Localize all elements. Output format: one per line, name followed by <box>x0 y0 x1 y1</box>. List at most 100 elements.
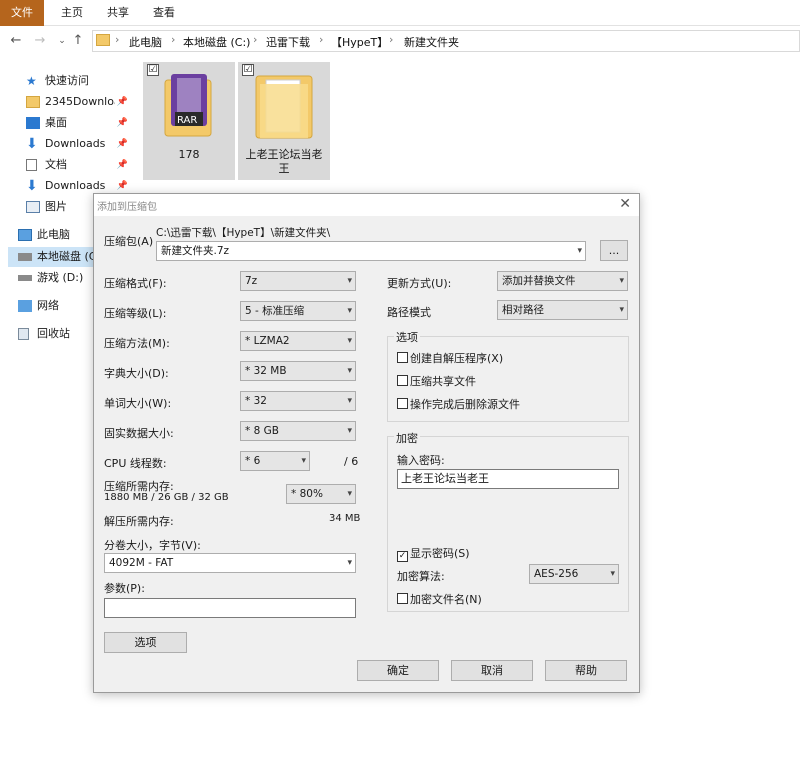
file-tile-rar[interactable]: ☑ RAR 178 <box>143 62 235 180</box>
nav-label: 游戏 (D:) <box>37 271 84 284</box>
format-select[interactable]: 7z ▾ <box>240 271 356 291</box>
chevron-down-icon: ▾ <box>347 558 352 568</box>
breadcrumb-separator[interactable]: › <box>253 33 257 46</box>
update-label: 更新方式(U): <box>387 277 452 290</box>
breadcrumb-separator[interactable]: › <box>115 33 119 46</box>
archive-label: 压缩包(A) <box>104 235 154 248</box>
word-select[interactable]: * 32 ▾ <box>240 391 356 411</box>
breadcrumb-drive-c[interactable]: 本地磁盘 (C:) <box>183 34 250 50</box>
level-select[interactable]: 5 - 标准压缩 ▾ <box>240 301 356 321</box>
params-input[interactable] <box>104 598 356 618</box>
breadcrumb-separator[interactable]: › <box>171 33 175 46</box>
enc-method-value: AES-256 <box>534 568 579 580</box>
nav-item-2345downloads[interactable]: 2345Downloads 📌 <box>16 92 132 112</box>
encrypt-names-checkbox[interactable]: 加密文件名(N) <box>397 591 482 607</box>
network-icon <box>18 300 32 312</box>
computer-icon <box>18 229 32 241</box>
up-icon[interactable]: ↑ <box>70 32 86 50</box>
shared-label: 压缩共享文件 <box>410 375 476 388</box>
address-bar-row: ← → ⌄ ↑ › 此电脑 › 本地磁盘 (C:) › 迅雷下载 › 【Hype… <box>0 27 800 55</box>
nav-label: 回收站 <box>37 327 70 340</box>
ok-button[interactable]: 确定 <box>357 660 439 681</box>
dict-label: 字典大小(D): <box>104 367 169 380</box>
checkbox-icon[interactable] <box>397 352 408 363</box>
mem-select[interactable]: * 80% ▾ <box>286 484 356 504</box>
nav-item-documents[interactable]: 文档 📌 <box>16 155 132 175</box>
breadcrumb-this-pc[interactable]: 此电脑 <box>129 34 162 50</box>
nav-item-desktop[interactable]: 桌面 📌 <box>16 113 132 133</box>
options-button[interactable]: 选项 <box>104 632 187 653</box>
folder-icon <box>96 34 110 46</box>
checkbox-checked-icon[interactable]: ✓ <box>397 551 408 562</box>
word-value: * 32 <box>245 395 267 407</box>
pin-icon: 📌 <box>116 97 128 107</box>
back-icon[interactable]: ← <box>8 32 24 50</box>
chevron-down-icon: ▾ <box>619 305 624 315</box>
pin-icon: 📌 <box>116 139 128 149</box>
split-value: 4092M - FAT <box>109 557 174 569</box>
cancel-button[interactable]: 取消 <box>451 660 533 681</box>
archive-name-combo[interactable]: 新建文件夹.7z ▾ <box>156 241 586 261</box>
params-label: 参数(P): <box>104 582 145 595</box>
breadcrumb-separator[interactable]: › <box>389 33 393 46</box>
split-label: 分卷大小，字节(V): <box>104 539 201 552</box>
chevron-down-icon: ▾ <box>619 276 624 286</box>
mem-detail: 1880 MB / 26 GB / 32 GB <box>104 492 229 503</box>
browse-button[interactable]: ... <box>600 240 628 261</box>
tab-share[interactable]: 共享 <box>98 0 138 26</box>
tab-view[interactable]: 查看 <box>144 0 184 26</box>
nav-drive-c[interactable]: 本地磁盘 (C:) <box>8 247 94 267</box>
shared-checkbox[interactable]: 压缩共享文件 <box>397 373 476 389</box>
path-label: 路径模式 <box>387 306 431 319</box>
enc-method-select[interactable]: AES-256 ▾ <box>529 564 619 584</box>
update-value: 添加并替换文件 <box>502 275 576 287</box>
path-select[interactable]: 相对路径 ▾ <box>497 300 628 320</box>
address-box[interactable]: › 此电脑 › 本地磁盘 (C:) › 迅雷下载 › 【HypeT】 › 新建文… <box>92 30 800 52</box>
delete-checkbox[interactable]: 操作完成后删除源文件 <box>397 396 520 412</box>
solid-value: * 8 GB <box>245 425 279 437</box>
solid-select[interactable]: * 8 GB ▾ <box>240 421 356 441</box>
breadcrumb-new-folder[interactable]: 新建文件夹 <box>404 34 459 50</box>
help-button[interactable]: 帮助 <box>545 660 627 681</box>
nav-label: 此电脑 <box>37 228 70 241</box>
level-label: 压缩等级(L): <box>104 307 167 320</box>
chevron-down-icon: ▾ <box>347 276 352 286</box>
update-select[interactable]: 添加并替换文件 ▾ <box>497 271 628 291</box>
nav-label: 快速访问 <box>45 74 89 87</box>
method-select[interactable]: * LZMA2 ▾ <box>240 331 356 351</box>
nav-label: 本地磁盘 (C:) <box>37 250 94 263</box>
sfx-label: 创建自解压程序(X) <box>410 352 504 365</box>
breadcrumb-hypet[interactable]: 【HypeT】 <box>331 34 388 50</box>
chevron-down-icon: ▾ <box>577 246 582 256</box>
dict-select[interactable]: * 32 MB ▾ <box>240 361 356 381</box>
sfx-checkbox[interactable]: 创建自解压程序(X) <box>397 350 503 366</box>
tab-home[interactable]: 主页 <box>52 0 92 26</box>
drive-icon <box>18 253 32 261</box>
checkbox-icon[interactable] <box>397 375 408 386</box>
encrypt-names-label: 加密文件名(N) <box>410 593 482 606</box>
split-combo[interactable]: 4092M - FAT ▾ <box>104 553 356 573</box>
encryption-group-title: 加密 <box>394 430 420 446</box>
forward-icon[interactable]: → <box>32 32 48 50</box>
nav-quick-access[interactable]: ★ 快速访问 <box>16 71 132 91</box>
password-input[interactable]: 上老王论坛当老王 <box>397 469 619 489</box>
close-icon[interactable]: ✕ <box>619 196 631 212</box>
svg-text:RAR: RAR <box>177 115 197 126</box>
rar-archive-icon: RAR <box>164 74 212 137</box>
nav-item-downloads[interactable]: ⬇ Downloads 📌 <box>16 134 132 154</box>
word-label: 单词大小(W): <box>104 397 172 410</box>
recent-dropdown-icon[interactable]: ⌄ <box>54 32 70 50</box>
nav-label: 2345Downloads <box>45 95 115 108</box>
checkbox-icon[interactable] <box>397 398 408 409</box>
format-value: 7z <box>245 275 258 287</box>
breadcrumb-separator[interactable]: › <box>319 33 323 46</box>
show-password-checkbox[interactable]: ✓ 显示密码(S) <box>397 545 470 562</box>
pin-icon: 📌 <box>116 118 128 128</box>
cpu-total: / 6 <box>344 455 359 468</box>
file-name: 178 <box>178 148 200 161</box>
breadcrumb-xunlei[interactable]: 迅雷下载 <box>266 34 310 50</box>
cpu-select[interactable]: * 6 ▾ <box>240 451 310 471</box>
file-tile-folder[interactable]: ☑ 上老王论坛当老王 <box>238 62 330 180</box>
tab-file[interactable]: 文件 <box>0 0 44 26</box>
checkbox-icon[interactable] <box>397 593 408 604</box>
